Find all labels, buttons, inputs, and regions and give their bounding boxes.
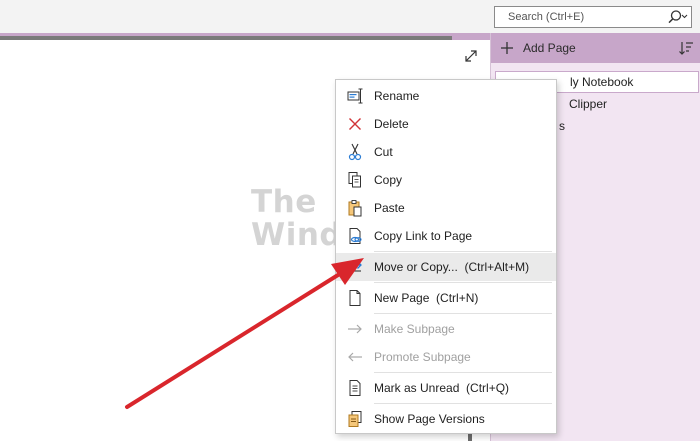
menu-item-page-versions[interactable]: Show Page Versions xyxy=(336,405,556,433)
menu-item-copy-link[interactable]: Copy Link to Page xyxy=(336,222,556,250)
menu-item-label: Paste xyxy=(374,201,405,215)
move-arrow-icon xyxy=(336,253,374,281)
menu-item-label: Promote Subpage xyxy=(374,350,471,364)
search-placeholder: Search (Ctrl+E) xyxy=(508,11,585,23)
menu-separator xyxy=(374,251,552,252)
menu-item-new-page[interactable]: New Page (Ctrl+N) xyxy=(336,284,556,312)
menu-item-copy[interactable]: Copy xyxy=(336,166,556,194)
plus-icon[interactable] xyxy=(491,41,517,55)
menu-item-label: Make Subpage xyxy=(374,322,455,336)
menu-item-label: Copy xyxy=(374,173,403,187)
scissors-icon xyxy=(336,138,374,166)
menu-separator xyxy=(374,372,552,373)
mark-unread-icon xyxy=(336,374,374,402)
sort-icon[interactable] xyxy=(671,40,700,56)
delete-icon xyxy=(336,110,374,138)
menu-item-mark-unread[interactable]: Mark as Unread (Ctrl+Q) xyxy=(336,374,556,402)
copy-icon xyxy=(336,166,374,194)
menu-item-label: Show Page Versions xyxy=(374,412,485,426)
menu-item-promote-subpage: Promote Subpage xyxy=(336,343,556,371)
menu-item-label: New Page (Ctrl+N) xyxy=(374,291,479,305)
page-versions-icon xyxy=(336,405,374,433)
search-box[interactable]: Search (Ctrl+E) xyxy=(494,6,692,28)
menu-item-label: Copy Link to Page xyxy=(374,229,473,243)
add-page-button[interactable]: Add Page xyxy=(517,41,671,55)
context-menu: Rename Delete Cut Copy Paste Copy Link t… xyxy=(335,79,557,434)
menu-item-cut[interactable]: Cut xyxy=(336,138,556,166)
paste-icon xyxy=(336,194,374,222)
add-page-bar: Add Page xyxy=(491,33,700,63)
menu-item-paste[interactable]: Paste xyxy=(336,194,556,222)
link-icon xyxy=(336,222,374,250)
new-page-icon xyxy=(336,284,374,312)
menu-item-label: Delete xyxy=(374,117,409,131)
menu-item-label: Rename xyxy=(374,89,420,103)
menu-item-rename[interactable]: Rename xyxy=(336,82,556,110)
menu-separator xyxy=(374,313,552,314)
menu-item-delete[interactable]: Delete xyxy=(336,110,556,138)
menu-item-make-subpage: Make Subpage xyxy=(336,315,556,343)
menu-item-label: Cut xyxy=(374,145,393,159)
outdent-arrow-icon xyxy=(336,343,374,371)
menu-item-label: Move or Copy... (Ctrl+Alt+M) xyxy=(374,260,530,274)
search-icon[interactable] xyxy=(663,7,691,27)
menu-item-label: Mark as Unread (Ctrl+Q) xyxy=(374,381,510,395)
rename-icon xyxy=(336,82,374,110)
menu-item-move-or-copy[interactable]: Move or Copy... (Ctrl+Alt+M) xyxy=(336,253,556,281)
expand-icon[interactable] xyxy=(462,47,480,65)
menu-separator xyxy=(374,403,552,404)
indent-arrow-icon xyxy=(336,315,374,343)
menu-separator xyxy=(374,282,552,283)
